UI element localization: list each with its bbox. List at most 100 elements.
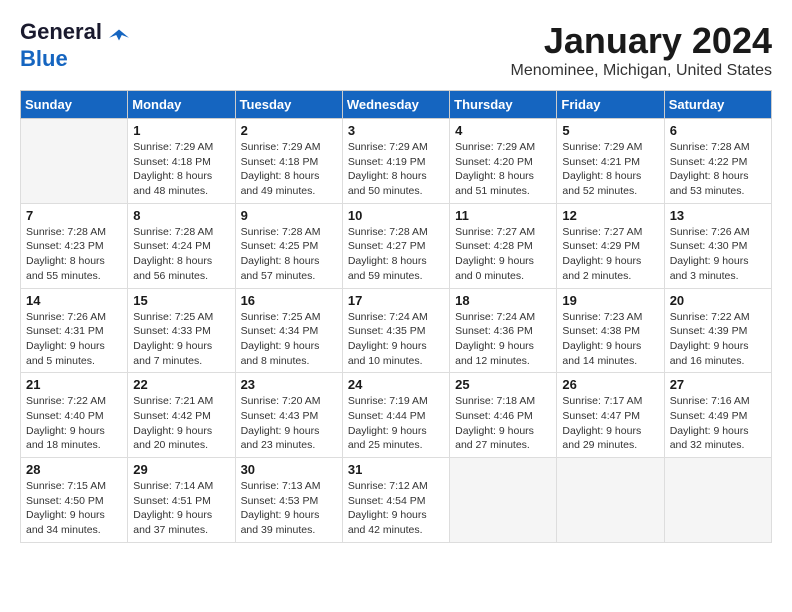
calendar-cell: 27 Sunrise: 7:16 AMSunset: 4:49 PMDayligh… [664,373,771,458]
day-info: Sunrise: 7:22 AMSunset: 4:39 PMDaylight:… [670,310,766,369]
calendar-cell: 3Sunrise: 7:29 AMSunset: 4:19 PMDaylight… [342,119,449,204]
calendar-cell [21,119,128,204]
calendar-cell [557,458,664,543]
day-info: Sunrise: 7:29 AMSunset: 4:18 PMDaylight:… [241,140,337,199]
day-info: Sunrise: 7:25 AMSunset: 4:34 PMDaylight:… [241,310,337,369]
calendar-week-row: 21 Sunrise: 7:22 AMSunset: 4:40 PMDayligh… [21,373,772,458]
logo-text: General [20,20,130,46]
day-number: 9 [241,208,337,223]
day-info: Sunrise: 7:12 AMSunset: 4:54 PMDaylight:… [348,479,444,538]
day-number: 24 [348,377,444,392]
title-section: January 2024 Menominee, Michigan, United… [511,20,772,80]
day-number: 4 [455,123,551,138]
day-info: Sunrise: 7:28 AMSunset: 4:22 PMDaylight:… [670,140,766,199]
logo-bird-icon [108,24,130,46]
day-number: 2 [241,123,337,138]
day-number: 26 [562,377,658,392]
calendar-cell: 10 Sunrise: 7:28 AMSunset: 4:27 PMDayligh… [342,203,449,288]
day-number: 6 [670,123,766,138]
calendar-cell: 26 Sunrise: 7:17 AMSunset: 4:47 PMDayligh… [557,373,664,458]
location-subtitle: Menominee, Michigan, United States [511,62,772,80]
calendar-week-row: 28 Sunrise: 7:15 AMSunset: 4:50 PMDayligh… [21,458,772,543]
day-info: Sunrise: 7:28 AMSunset: 4:24 PMDaylight:… [133,225,229,284]
calendar-cell [664,458,771,543]
calendar-header-row: SundayMondayTuesdayWednesdayThursdayFrid… [21,91,772,119]
weekday-header-saturday: Saturday [664,91,771,119]
calendar-cell: 4 Sunrise: 7:29 AMSunset: 4:20 PMDaylight… [450,119,557,204]
day-number: 19 [562,293,658,308]
calendar-cell: 30 Sunrise: 7:13 AMSunset: 4:53 PMDayligh… [235,458,342,543]
calendar-cell: 2 Sunrise: 7:29 AMSunset: 4:18 PMDaylight… [235,119,342,204]
day-number: 14 [26,293,122,308]
calendar-cell: 23 Sunrise: 7:20 AMSunset: 4:43 PMDayligh… [235,373,342,458]
logo-line2: Blue [20,46,68,71]
day-number: 29 [133,462,229,477]
day-number: 15 [133,293,229,308]
calendar-cell [450,458,557,543]
day-info: Sunrise: 7:28 AMSunset: 4:27 PMDaylight:… [348,225,444,284]
day-info: Sunrise: 7:21 AMSunset: 4:42 PMDaylight:… [133,394,229,453]
day-info: Sunrise: 7:14 AMSunset: 4:51 PMDaylight:… [133,479,229,538]
day-number: 10 [348,208,444,223]
calendar-cell: 12 Sunrise: 7:27 AMSunset: 4:29 PMDayligh… [557,203,664,288]
day-info: Sunrise: 7:15 AMSunset: 4:50 PMDaylight:… [26,479,122,538]
day-number: 30 [241,462,337,477]
calendar-cell: 20 Sunrise: 7:22 AMSunset: 4:39 PMDayligh… [664,288,771,373]
day-number: 17 [348,293,444,308]
day-info: Sunrise: 7:16 AMSunset: 4:49 PMDaylight:… [670,394,766,453]
calendar-cell: 11Sunrise: 7:27 AMSunset: 4:28 PMDayligh… [450,203,557,288]
calendar-cell: 19 Sunrise: 7:23 AMSunset: 4:38 PMDayligh… [557,288,664,373]
day-info: Sunrise: 7:29 AMSunset: 4:19 PMDaylight:… [348,140,444,199]
calendar-cell: 16 Sunrise: 7:25 AMSunset: 4:34 PMDayligh… [235,288,342,373]
calendar-week-row: 1 Sunrise: 7:29 AMSunset: 4:18 PMDaylight… [21,119,772,204]
day-number: 12 [562,208,658,223]
day-info: Sunrise: 7:26 AMSunset: 4:31 PMDaylight:… [26,310,122,369]
day-number: 22 [133,377,229,392]
calendar-cell: 25Sunrise: 7:18 AMSunset: 4:46 PMDayligh… [450,373,557,458]
day-info: Sunrise: 7:25 AMSunset: 4:33 PMDaylight:… [133,310,229,369]
weekday-header-wednesday: Wednesday [342,91,449,119]
calendar-cell: 18 Sunrise: 7:24 AMSunset: 4:36 PMDayligh… [450,288,557,373]
day-number: 31 [348,462,444,477]
calendar-cell: 7Sunrise: 7:28 AMSunset: 4:23 PMDaylight… [21,203,128,288]
day-info: Sunrise: 7:17 AMSunset: 4:47 PMDaylight:… [562,394,658,453]
day-info: Sunrise: 7:28 AMSunset: 4:23 PMDaylight:… [26,225,122,284]
calendar-cell: 1 Sunrise: 7:29 AMSunset: 4:18 PMDaylight… [128,119,235,204]
page-header: General Blue January 2024 Menominee, Mic… [20,20,772,80]
day-info: Sunrise: 7:13 AMSunset: 4:53 PMDaylight:… [241,479,337,538]
day-info: Sunrise: 7:29 AMSunset: 4:18 PMDaylight:… [133,140,229,199]
weekday-header-thursday: Thursday [450,91,557,119]
weekday-header-friday: Friday [557,91,664,119]
day-number: 20 [670,293,766,308]
day-number: 27 [670,377,766,392]
day-info: Sunrise: 7:28 AMSunset: 4:25 PMDaylight:… [241,225,337,284]
calendar-table: SundayMondayTuesdayWednesdayThursdayFrid… [20,90,772,543]
day-number: 1 [133,123,229,138]
day-number: 21 [26,377,122,392]
day-info: Sunrise: 7:20 AMSunset: 4:43 PMDaylight:… [241,394,337,453]
day-info: Sunrise: 7:29 AMSunset: 4:21 PMDaylight:… [562,140,658,199]
day-number: 23 [241,377,337,392]
day-info: Sunrise: 7:29 AMSunset: 4:20 PMDaylight:… [455,140,551,199]
day-number: 13 [670,208,766,223]
calendar-cell: 13Sunrise: 7:26 AMSunset: 4:30 PMDayligh… [664,203,771,288]
day-info: Sunrise: 7:24 AMSunset: 4:36 PMDaylight:… [455,310,551,369]
day-info: Sunrise: 7:22 AMSunset: 4:40 PMDaylight:… [26,394,122,453]
calendar-cell: 24 Sunrise: 7:19 AMSunset: 4:44 PMDayligh… [342,373,449,458]
calendar-cell: 22 Sunrise: 7:21 AMSunset: 4:42 PMDayligh… [128,373,235,458]
day-number: 28 [26,462,122,477]
weekday-header-tuesday: Tuesday [235,91,342,119]
calendar-cell: 28 Sunrise: 7:15 AMSunset: 4:50 PMDayligh… [21,458,128,543]
month-title: January 2024 [511,20,772,62]
day-number: 11 [455,208,551,223]
day-number: 18 [455,293,551,308]
day-number: 16 [241,293,337,308]
day-number: 25 [455,377,551,392]
day-info: Sunrise: 7:23 AMSunset: 4:38 PMDaylight:… [562,310,658,369]
calendar-cell: 21 Sunrise: 7:22 AMSunset: 4:40 PMDayligh… [21,373,128,458]
day-info: Sunrise: 7:19 AMSunset: 4:44 PMDaylight:… [348,394,444,453]
day-info: Sunrise: 7:27 AMSunset: 4:29 PMDaylight:… [562,225,658,284]
calendar-cell: 5Sunrise: 7:29 AMSunset: 4:21 PMDaylight… [557,119,664,204]
weekday-header-monday: Monday [128,91,235,119]
calendar-cell: 17Sunrise: 7:24 AMSunset: 4:35 PMDayligh… [342,288,449,373]
